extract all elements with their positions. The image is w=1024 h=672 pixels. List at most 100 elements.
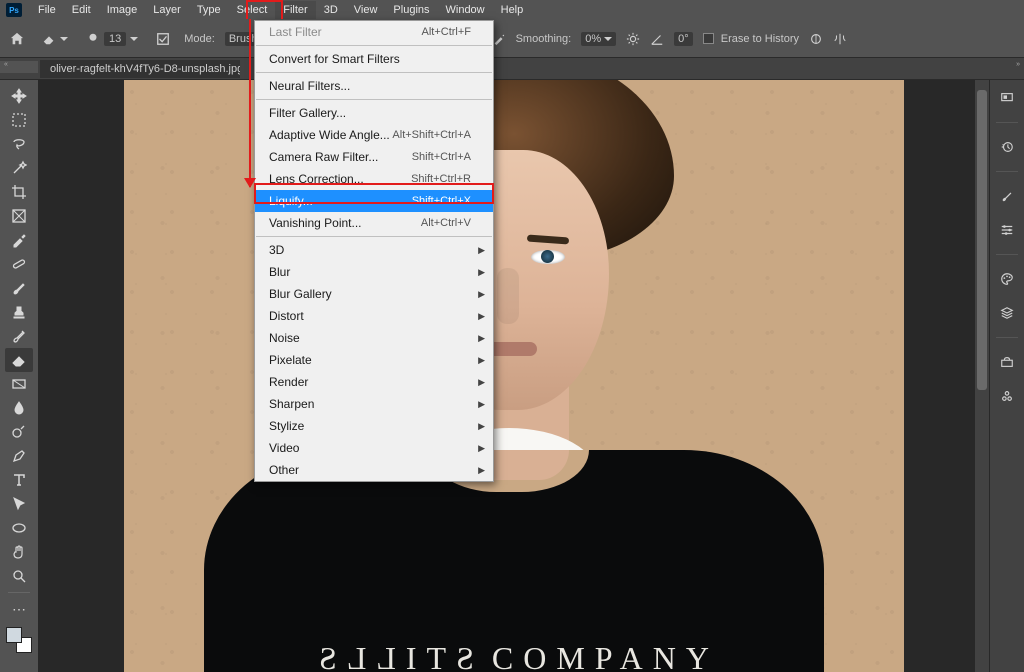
path-select-tool[interactable] bbox=[5, 492, 33, 516]
panel-learn[interactable] bbox=[995, 86, 1019, 110]
eraser-tool[interactable] bbox=[5, 348, 33, 372]
menu-item-noise[interactable]: Noise bbox=[255, 327, 493, 349]
healing-tool[interactable] bbox=[5, 252, 33, 276]
menu-item-label: Noise bbox=[269, 331, 300, 345]
dodge-icon bbox=[11, 424, 27, 440]
zoom-tool[interactable] bbox=[5, 564, 33, 588]
document-canvas[interactable]: STILLS COMPANY BYRON BAY bbox=[124, 80, 904, 672]
shirt-graphic-text: STILLS COMPANY BYRON BAY bbox=[234, 640, 794, 672]
menu-3d[interactable]: 3D bbox=[316, 1, 346, 19]
fg-swatch[interactable] bbox=[6, 627, 22, 643]
menu-item-liquify[interactable]: Liquify...Shift+Ctrl+X bbox=[255, 190, 493, 212]
right-panel-collapse[interactable]: » bbox=[990, 61, 1024, 73]
eyedropper-tool[interactable] bbox=[5, 228, 33, 252]
edit-toolbar[interactable]: ⋯ bbox=[5, 597, 33, 621]
menu-item-lens-correction[interactable]: Lens Correction...Shift+Ctrl+R bbox=[255, 168, 493, 190]
menu-item-filter-gallery[interactable]: Filter Gallery... bbox=[255, 102, 493, 124]
smoothing-gear-icon[interactable] bbox=[626, 32, 640, 46]
palette-icon bbox=[1000, 272, 1014, 286]
menu-item-3d[interactable]: 3D bbox=[255, 239, 493, 261]
menu-bar: Ps File Edit Image Layer Type Select Fil… bbox=[0, 0, 1024, 20]
color-swatches[interactable] bbox=[6, 627, 32, 653]
history-brush-tool[interactable] bbox=[5, 324, 33, 348]
erase-to-history[interactable]: Erase to History bbox=[703, 33, 799, 45]
menu-type[interactable]: Type bbox=[189, 1, 229, 19]
wand-icon bbox=[11, 160, 27, 176]
dodge-tool[interactable] bbox=[5, 420, 33, 444]
crop-tool[interactable] bbox=[5, 180, 33, 204]
stamp-tool[interactable] bbox=[5, 300, 33, 324]
menu-item-label: Camera Raw Filter... bbox=[269, 150, 378, 164]
pen-tool[interactable] bbox=[5, 444, 33, 468]
brush-preset[interactable]: 13 bbox=[82, 30, 142, 48]
menu-item-label: Neural Filters... bbox=[269, 79, 350, 93]
menu-item-blur[interactable]: Blur bbox=[255, 261, 493, 283]
menu-item-label: Vanishing Point... bbox=[269, 216, 362, 230]
brush-panel-toggle[interactable] bbox=[152, 30, 174, 48]
options-bar: 13 Mode: Brush Smoothing: 0% 0° Erase to… bbox=[0, 20, 1024, 58]
eyedropper-icon bbox=[11, 232, 27, 248]
menu-item-camera-raw-filter[interactable]: Camera Raw Filter...Shift+Ctrl+A bbox=[255, 146, 493, 168]
blur-tool[interactable] bbox=[5, 396, 33, 420]
pressure-opacity-icon[interactable] bbox=[809, 32, 823, 46]
menu-item-render[interactable]: Render bbox=[255, 371, 493, 393]
right-panel-dock bbox=[990, 80, 1024, 672]
menu-image[interactable]: Image bbox=[99, 1, 146, 19]
crop-icon bbox=[11, 184, 27, 200]
vertical-scrollbar[interactable] bbox=[975, 80, 989, 672]
frame-tool[interactable] bbox=[5, 204, 33, 228]
type-tool[interactable] bbox=[5, 468, 33, 492]
lasso-tool[interactable] bbox=[5, 132, 33, 156]
angle-field[interactable]: 0° bbox=[674, 32, 693, 46]
eraser-icon bbox=[11, 352, 27, 368]
menu-item-video[interactable]: Video bbox=[255, 437, 493, 459]
quick-select-tool[interactable] bbox=[5, 156, 33, 180]
menu-item-stylize[interactable]: Stylize bbox=[255, 415, 493, 437]
home-button[interactable] bbox=[6, 28, 28, 50]
erase-checkbox[interactable] bbox=[703, 33, 714, 44]
panel-history[interactable] bbox=[995, 135, 1019, 159]
menu-item-pixelate[interactable]: Pixelate bbox=[255, 349, 493, 371]
gradient-tool[interactable] bbox=[5, 372, 33, 396]
shape-tool[interactable] bbox=[5, 516, 33, 540]
tool-preset[interactable] bbox=[38, 30, 72, 48]
app-icon: Ps bbox=[6, 3, 22, 17]
panel-color[interactable] bbox=[995, 267, 1019, 291]
menu-item-sharpen[interactable]: Sharpen bbox=[255, 393, 493, 415]
menu-view[interactable]: View bbox=[346, 1, 386, 19]
menu-item-neural-filters[interactable]: Neural Filters... bbox=[255, 75, 493, 97]
menu-item-vanishing-point[interactable]: Vanishing Point...Alt+Ctrl+V bbox=[255, 212, 493, 234]
document-tab[interactable]: oliver-ragfelt-khV4fTy6-D8-unsplash.jpg bbox=[40, 60, 240, 78]
marquee-tool[interactable] bbox=[5, 108, 33, 132]
menu-item-other[interactable]: Other bbox=[255, 459, 493, 481]
panel-brushes[interactable] bbox=[995, 184, 1019, 208]
menu-item-label: Lens Correction... bbox=[269, 172, 364, 186]
menu-window[interactable]: Window bbox=[438, 1, 493, 19]
annotation-arrow bbox=[249, 19, 251, 187]
scrollbar-thumb[interactable] bbox=[977, 90, 987, 390]
panel-properties[interactable] bbox=[995, 350, 1019, 374]
menu-item-blur-gallery[interactable]: Blur Gallery bbox=[255, 283, 493, 305]
menu-item-adaptive-wide-angle[interactable]: Adaptive Wide Angle...Alt+Shift+Ctrl+A bbox=[255, 124, 493, 146]
brush-size-value: 13 bbox=[104, 32, 126, 46]
menu-item-distort[interactable]: Distort bbox=[255, 305, 493, 327]
history-icon bbox=[1000, 140, 1014, 154]
menu-layer[interactable]: Layer bbox=[145, 1, 189, 19]
menu-file[interactable]: File bbox=[30, 1, 64, 19]
panel-brush-settings[interactable] bbox=[995, 218, 1019, 242]
chevron-down-icon bbox=[130, 35, 138, 43]
left-panel-collapse[interactable]: « bbox=[0, 61, 38, 73]
symmetry-icon[interactable] bbox=[833, 32, 847, 46]
panel-layers[interactable] bbox=[995, 301, 1019, 325]
menu-item-label: Sharpen bbox=[269, 397, 314, 411]
panel-libraries[interactable] bbox=[995, 384, 1019, 408]
move-tool[interactable] bbox=[5, 84, 33, 108]
brush-tool[interactable] bbox=[5, 276, 33, 300]
menu-help[interactable]: Help bbox=[493, 1, 532, 19]
smoothing-dropdown[interactable]: 0% bbox=[581, 32, 616, 46]
smoothing-label: Smoothing: bbox=[516, 33, 572, 45]
hand-tool[interactable] bbox=[5, 540, 33, 564]
menu-edit[interactable]: Edit bbox=[64, 1, 99, 19]
menu-item-convert-for-smart-filters[interactable]: Convert for Smart Filters bbox=[255, 48, 493, 70]
menu-plugins[interactable]: Plugins bbox=[385, 1, 437, 19]
